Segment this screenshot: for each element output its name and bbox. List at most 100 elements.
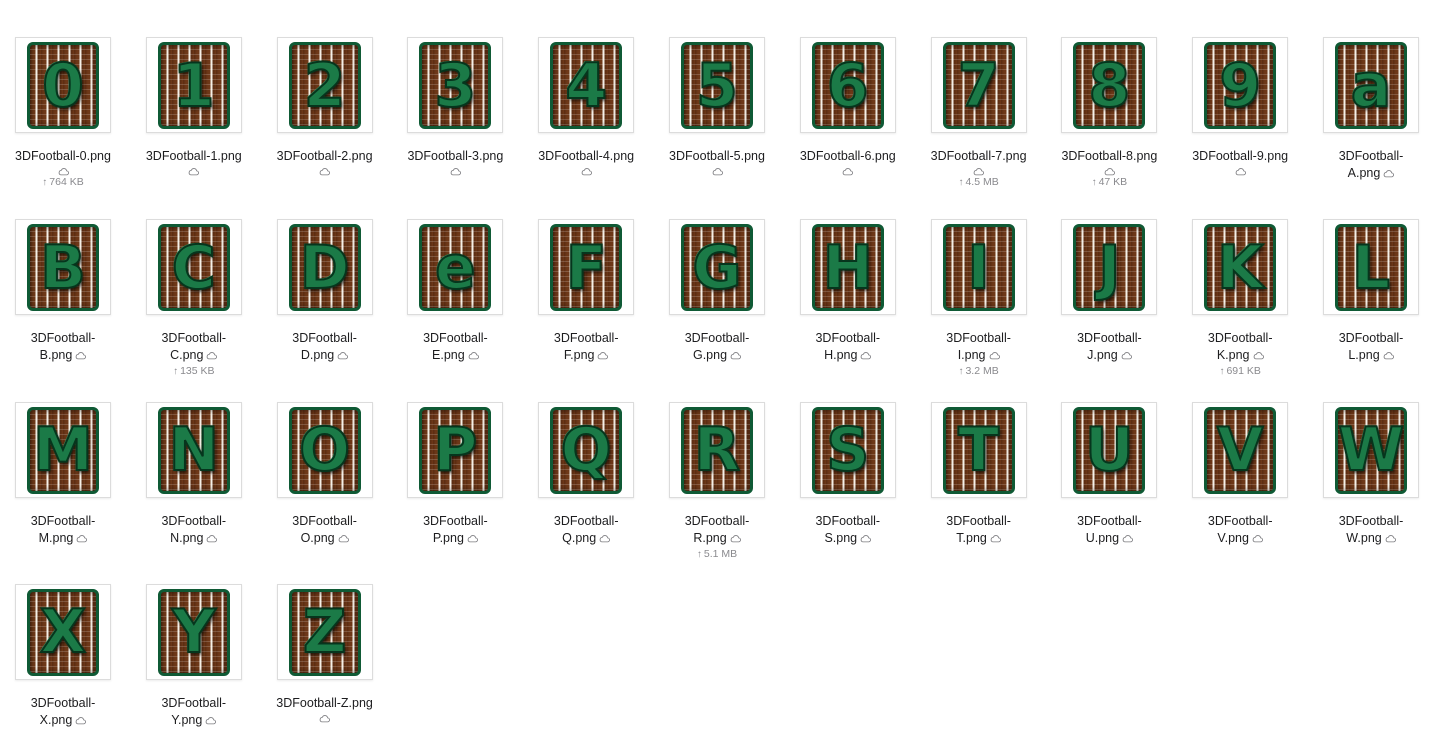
file-name-line2[interactable]: X.png (0, 712, 126, 729)
file-thumbnail[interactable]: 9 (1192, 37, 1289, 133)
file-item[interactable]: L 3DFootball- L.png (1308, 182, 1438, 362)
file-thumbnail[interactable]: P (407, 401, 504, 498)
file-item[interactable]: 2 3DFootball-2.png (262, 0, 392, 176)
file-item[interactable]: I 3DFootball- I.png ↑ 3.2 MB (916, 182, 1046, 377)
file-thumbnail[interactable]: Z (276, 583, 373, 680)
file-item[interactable]: D 3DFootball- D.png (262, 182, 392, 362)
file-name-line2[interactable]: P.png (392, 530, 518, 547)
file-item[interactable]: X 3DFootball- X.png (0, 547, 130, 727)
file-name-line2[interactable]: W.png (1308, 530, 1434, 547)
file-thumbnail[interactable]: F (538, 219, 635, 316)
file-thumbnail[interactable]: 3 (407, 37, 504, 133)
file-name-line1[interactable]: 3DFootball- (392, 513, 518, 530)
file-thumbnail[interactable]: 8 (1061, 37, 1158, 133)
file-name-line2[interactable]: C.png (131, 347, 257, 364)
file-name-line2[interactable]: A.png (1308, 165, 1434, 182)
file-item[interactable]: 1 3DFootball-1.png (131, 0, 261, 176)
file-thumbnail[interactable]: S (799, 401, 896, 498)
file-name-line2[interactable]: G.png (654, 347, 780, 364)
file-name-line1[interactable]: 3DFootball- (654, 513, 780, 530)
file-thumbnail[interactable]: C (145, 219, 242, 316)
file-thumbnail[interactable]: 7 (930, 37, 1027, 133)
file-name-line2[interactable]: O.png (262, 530, 388, 547)
file-item[interactable]: 6 3DFootball-6.png (785, 0, 915, 176)
file-item[interactable]: Z 3DFootball-Z.png (262, 547, 392, 723)
file-item[interactable]: U 3DFootball- U.png (1046, 365, 1176, 545)
file-item[interactable]: V 3DFootball- V.png (1177, 365, 1307, 545)
file-name-line1[interactable]: 3DFootball- (0, 513, 126, 530)
file-name-line1[interactable]: 3DFootball- (1308, 148, 1434, 165)
file-name-line2[interactable]: M.png (0, 530, 126, 547)
file-name-line1[interactable]: 3DFootball- (131, 330, 257, 347)
file-item[interactable]: G 3DFootball- G.png (654, 182, 784, 362)
file-thumbnail[interactable]: N (145, 401, 242, 498)
file-thumbnail[interactable]: T (930, 401, 1027, 498)
file-name-line1[interactable]: 3DFootball- (1046, 513, 1172, 530)
file-name-line2[interactable]: D.png (262, 347, 388, 364)
file-name-line1[interactable]: 3DFootball- (785, 513, 911, 530)
file-thumbnail[interactable]: J (1061, 219, 1158, 316)
file-item[interactable]: K 3DFootball- K.png ↑ 691 KB (1177, 182, 1307, 377)
file-name-line1[interactable]: 3DFootball- (1177, 513, 1303, 530)
file-thumbnail[interactable]: 5 (669, 37, 765, 133)
file-thumbnail[interactable]: R (669, 401, 765, 498)
file-name-line1[interactable]: 3DFootball- (916, 330, 1042, 347)
file-item[interactable]: J 3DFootball- J.png (1046, 182, 1176, 362)
file-name-line1[interactable]: 3DFootball- (0, 330, 126, 347)
file-item[interactable]: N 3DFootball- N.png (131, 365, 261, 545)
file-thumbnail[interactable]: 6 (799, 37, 896, 133)
file-name-line1[interactable]: 3DFootball- (523, 330, 649, 347)
file-item[interactable]: Q 3DFootball- Q.png (523, 365, 653, 545)
file-name-line2[interactable]: T.png (916, 530, 1042, 547)
file-item[interactable]: C 3DFootball- C.png ↑ 135 KB (131, 182, 261, 377)
file-name-line2[interactable]: L.png (1308, 347, 1434, 364)
file-item[interactable]: O 3DFootball- O.png (262, 365, 392, 545)
file-name-line1[interactable]: 3DFootball- (916, 513, 1042, 530)
file-item[interactable]: P 3DFootball- P.png (392, 365, 522, 545)
file-thumbnail[interactable]: Q (538, 401, 635, 498)
file-name-line1[interactable]: 3DFootball- (1177, 330, 1303, 347)
file-thumbnail[interactable]: 1 (145, 37, 242, 133)
file-name-line1[interactable]: 3DFootball- (654, 330, 780, 347)
file-thumbnail[interactable]: H (799, 219, 896, 316)
file-item[interactable]: e 3DFootball- E.png (392, 182, 522, 362)
file-thumbnail[interactable]: a (1323, 37, 1419, 133)
file-item[interactable]: 5 3DFootball-5.png (654, 0, 784, 176)
file-name-line1[interactable]: 3DFootball- (1308, 513, 1434, 530)
file-name-line2[interactable]: N.png (131, 530, 257, 547)
file-name-line1[interactable]: 3DFootball- (262, 513, 388, 530)
file-thumbnail[interactable]: V (1192, 401, 1289, 498)
file-name-line2[interactable]: J.png (1046, 347, 1172, 364)
file-name-line2[interactable]: K.png (1177, 347, 1303, 364)
file-name-line2[interactable]: I.png (916, 347, 1042, 364)
file-item[interactable]: H 3DFootball- H.png (785, 182, 915, 362)
file-item[interactable]: 7 3DFootball-7.png ↑ 4.5 MB (916, 0, 1046, 188)
file-item[interactable]: T 3DFootball- T.png (916, 365, 1046, 545)
file-item[interactable]: R 3DFootball- R.png ↑ 5.1 MB (654, 365, 784, 560)
file-thumbnail[interactable]: 4 (538, 37, 635, 133)
file-thumbnail[interactable]: X (15, 583, 111, 680)
file-item[interactable]: F 3DFootball- F.png (523, 182, 653, 362)
file-name-line2[interactable]: H.png (785, 347, 911, 364)
file-thumbnail[interactable]: M (15, 401, 111, 498)
file-name-line2[interactable]: R.png (654, 530, 780, 547)
file-thumbnail[interactable]: I (930, 219, 1027, 316)
file-name-line1[interactable]: 3DFootball- (1308, 330, 1434, 347)
file-name-line2[interactable]: Y.png (131, 712, 257, 729)
file-name-line1[interactable]: 3DFootball- (262, 330, 388, 347)
file-thumbnail[interactable]: L (1323, 219, 1419, 316)
file-thumbnail[interactable]: 0 (15, 37, 111, 133)
file-thumbnail[interactable]: O (276, 401, 373, 498)
file-item[interactable]: a 3DFootball- A.png (1308, 0, 1438, 180)
file-name-line2[interactable]: B.png (0, 347, 126, 364)
file-item[interactable]: 0 3DFootball-0.png ↑ 764 KB (0, 0, 130, 188)
file-name-line2[interactable]: F.png (523, 347, 649, 364)
file-name-line1[interactable]: 3DFootball- (785, 330, 911, 347)
file-thumbnail[interactable]: G (669, 219, 765, 316)
file-thumbnail[interactable]: 2 (276, 37, 373, 133)
file-item[interactable]: 8 3DFootball-8.png ↑ 47 KB (1046, 0, 1176, 188)
file-thumbnail[interactable]: B (15, 219, 111, 316)
file-name-line2[interactable]: E.png (392, 347, 518, 364)
file-item[interactable]: B 3DFootball- B.png (0, 182, 130, 362)
file-item[interactable]: 4 3DFootball-4.png (523, 0, 653, 176)
